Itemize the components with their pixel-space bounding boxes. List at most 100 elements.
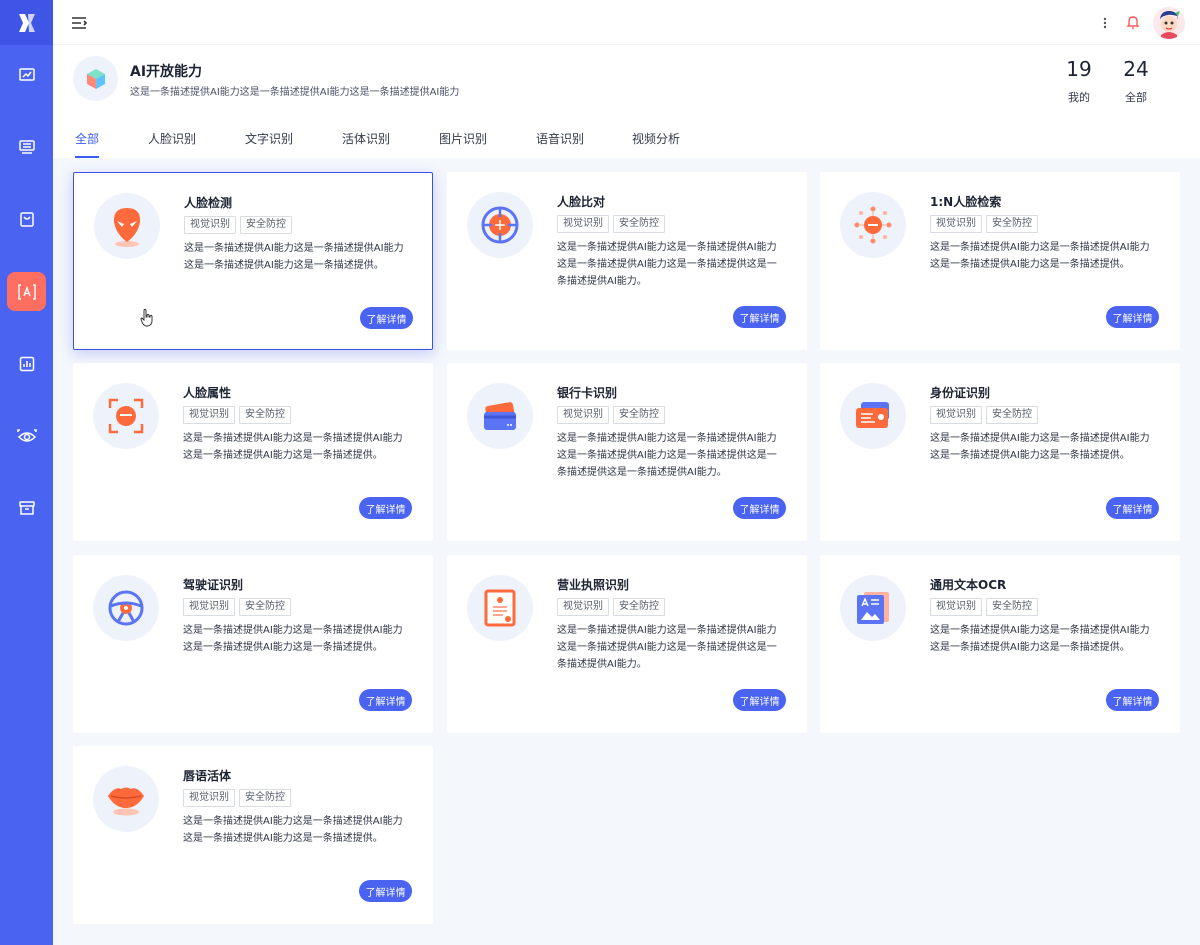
card-description: 这是一条描述提供AI能力这是一条描述提供AI能力这是一条描述提供AI能力这是一条… xyxy=(557,625,777,670)
archive-box-icon[interactable] xyxy=(7,488,46,527)
card-id-card[interactable]: 身份证识别 视觉识别 安全防控 这是一条描述提供AI能力这是一条描述提供AI能力… xyxy=(820,363,1180,541)
tag: 安全防控 xyxy=(613,215,665,233)
target-face-icon xyxy=(467,192,533,258)
card-title: 银行卡识别 xyxy=(557,386,618,400)
tag: 视觉识别 xyxy=(930,406,982,424)
card-bank-card[interactable]: 银行卡识别 视觉识别 安全防控 这是一条描述提供AI能力这是一条描述提供AI能力… xyxy=(447,363,807,541)
card-description: 这是一条描述提供AI能力这是一条描述提供AI能力这是一条描述提供AI能力这是一条… xyxy=(557,242,777,287)
card-face-search[interactable]: 1:N人脸检索 视觉识别 安全防控 这是一条描述提供AI能力这是一条描述提供AI… xyxy=(820,172,1180,350)
tag: 视觉识别 xyxy=(183,406,235,424)
learn-more-button[interactable]: 了解详情 xyxy=(1106,689,1159,711)
learn-more-button[interactable]: 了解详情 xyxy=(360,307,413,329)
stat-mine[interactable]: 19 我的 xyxy=(1059,57,1099,105)
steering-wheel-icon xyxy=(93,575,159,641)
tag: 视觉识别 xyxy=(557,215,609,233)
card-description: 这是一条描述提供AI能力这是一条描述提供AI能力这是一条描述提供AI能力这是一条… xyxy=(557,433,777,478)
tab-voice-recognition[interactable]: 语音识别 xyxy=(536,130,584,158)
tab-liveness[interactable]: 活体识别 xyxy=(342,130,390,158)
lips-icon xyxy=(93,766,159,832)
avatar[interactable] xyxy=(1153,7,1185,39)
stat-number: 24 xyxy=(1123,57,1149,81)
card-title: 1:N人脸检索 xyxy=(930,195,1002,209)
monitor-list-icon[interactable] xyxy=(7,127,46,166)
tag: 安全防控 xyxy=(613,406,665,424)
card-driver-license[interactable]: 驾驶证识别 视觉识别 安全防控 这是一条描述提供AI能力这是一条描述提供AI能力… xyxy=(73,555,433,733)
card-tags: 视觉识别 安全防控 xyxy=(557,598,665,616)
tab-image-recognition[interactable]: 图片识别 xyxy=(439,130,487,158)
tag: 视觉识别 xyxy=(930,598,982,616)
tag: 安全防控 xyxy=(240,216,292,234)
tab-all[interactable]: 全部 xyxy=(75,130,100,158)
card-title: 驾驶证识别 xyxy=(183,578,244,592)
tag: 视觉识别 xyxy=(557,598,609,616)
tag: 安全防控 xyxy=(986,215,1038,233)
business-license-icon xyxy=(467,575,533,641)
card-description: 这是一条描述提供AI能力这是一条描述提供AI能力这是一条描述提供AI能力这是一条… xyxy=(184,243,404,271)
tag: 视觉识别 xyxy=(557,406,609,424)
text-ocr-icon xyxy=(840,575,906,641)
card-tags: 视觉识别 安全防控 xyxy=(184,216,292,234)
card-face-detection[interactable]: 人脸检测 视觉识别 安全防控 这是一条描述提供AI能力这是一条描述提供AI能力这… xyxy=(73,172,433,350)
alien-face-icon xyxy=(94,193,160,259)
card-title: 营业执照识别 xyxy=(557,578,630,592)
cube-icon xyxy=(73,56,118,101)
card-business-license[interactable]: 营业执照识别 视觉识别 安全防控 这是一条描述提供AI能力这是一条描述提供AI能… xyxy=(447,555,807,733)
tag: 安全防控 xyxy=(239,406,291,424)
card-description: 这是一条描述提供AI能力这是一条描述提供AI能力这是一条描述提供AI能力这是一条… xyxy=(183,433,403,461)
id-card-icon xyxy=(840,383,906,449)
card-tags: 视觉识别 安全防控 xyxy=(930,406,1038,424)
tag: 安全防控 xyxy=(986,598,1038,616)
card-tags: 视觉识别 安全防控 xyxy=(930,215,1038,233)
tag: 视觉识别 xyxy=(184,216,236,234)
tag: 视觉识别 xyxy=(930,215,982,233)
learn-more-button[interactable]: 了解详情 xyxy=(359,689,412,711)
logo-x-icon[interactable] xyxy=(0,0,53,45)
tag: 安全防控 xyxy=(239,789,291,807)
eye-scan-icon[interactable] xyxy=(7,417,46,456)
card-text-ocr[interactable]: 通用文本OCR 视觉识别 安全防控 这是一条描述提供AI能力这是一条描述提供AI… xyxy=(820,555,1180,733)
page-description: 这是一条描述提供AI能力这是一条描述提供AI能力这是一条描述提供AI能力 xyxy=(130,87,460,98)
card-tags: 视觉识别 安全防控 xyxy=(183,789,291,807)
hand-cursor-icon xyxy=(140,309,153,327)
card-description: 这是一条描述提供AI能力这是一条描述提供AI能力这是一条描述提供AI能力这是一条… xyxy=(183,625,403,653)
page-title: AI开放能力 xyxy=(130,64,203,80)
card-face-compare[interactable]: 人脸比对 视觉识别 安全防控 这是一条描述提供AI能力这是一条描述提供AI能力这… xyxy=(447,172,807,350)
stat-label: 全部 xyxy=(1125,91,1147,104)
learn-more-button[interactable]: 了解详情 xyxy=(359,880,412,902)
ai-capability-icon[interactable] xyxy=(7,272,46,311)
tag: 安全防控 xyxy=(986,406,1038,424)
card-description: 这是一条描述提供AI能力这是一条描述提供AI能力这是一条描述提供AI能力这是一条… xyxy=(930,433,1150,461)
stat-number: 19 xyxy=(1066,57,1092,81)
card-face-attributes[interactable]: 人脸属性 视觉识别 安全防控 这是一条描述提供AI能力这是一条描述提供AI能力这… xyxy=(73,363,433,541)
shopping-bag-icon[interactable] xyxy=(7,199,46,238)
card-tags: 视觉识别 安全防控 xyxy=(183,598,291,616)
learn-more-button[interactable]: 了解详情 xyxy=(359,497,412,519)
sidebar xyxy=(0,0,53,945)
dashboard-icon[interactable] xyxy=(7,55,46,94)
learn-more-button[interactable]: 了解详情 xyxy=(1106,497,1159,519)
menu-fold-icon[interactable] xyxy=(69,13,89,33)
card-title: 人脸比对 xyxy=(557,195,606,209)
tab-video-analysis[interactable]: 视频分析 xyxy=(632,130,680,158)
tab-face-recognition[interactable]: 人脸识别 xyxy=(148,130,196,158)
more-vertical-icon[interactable] xyxy=(1099,14,1111,32)
topbar xyxy=(53,0,1200,45)
bell-icon[interactable] xyxy=(1125,13,1141,31)
tag: 安全防控 xyxy=(239,598,291,616)
face-network-icon xyxy=(840,192,906,258)
card-lip-liveness[interactable]: 唇语活体 视觉识别 安全防控 这是一条描述提供AI能力这是一条描述提供AI能力这… xyxy=(73,746,433,924)
card-title: 人脸属性 xyxy=(183,386,232,400)
learn-more-button[interactable]: 了解详情 xyxy=(1106,306,1159,328)
learn-more-button[interactable]: 了解详情 xyxy=(733,689,786,711)
tag: 视觉识别 xyxy=(183,598,235,616)
stat-all[interactable]: 24 全部 xyxy=(1116,57,1156,105)
tag: 安全防控 xyxy=(613,598,665,616)
learn-more-button[interactable]: 了解详情 xyxy=(733,306,786,328)
learn-more-button[interactable]: 了解详情 xyxy=(733,497,786,519)
stat-label: 我的 xyxy=(1068,91,1090,104)
report-chart-icon[interactable] xyxy=(7,344,46,383)
card-title: 人脸检测 xyxy=(184,196,233,210)
card-tags: 视觉识别 安全防控 xyxy=(557,406,665,424)
card-tags: 视觉识别 安全防控 xyxy=(557,215,665,233)
tab-text-recognition[interactable]: 文字识别 xyxy=(245,130,293,158)
